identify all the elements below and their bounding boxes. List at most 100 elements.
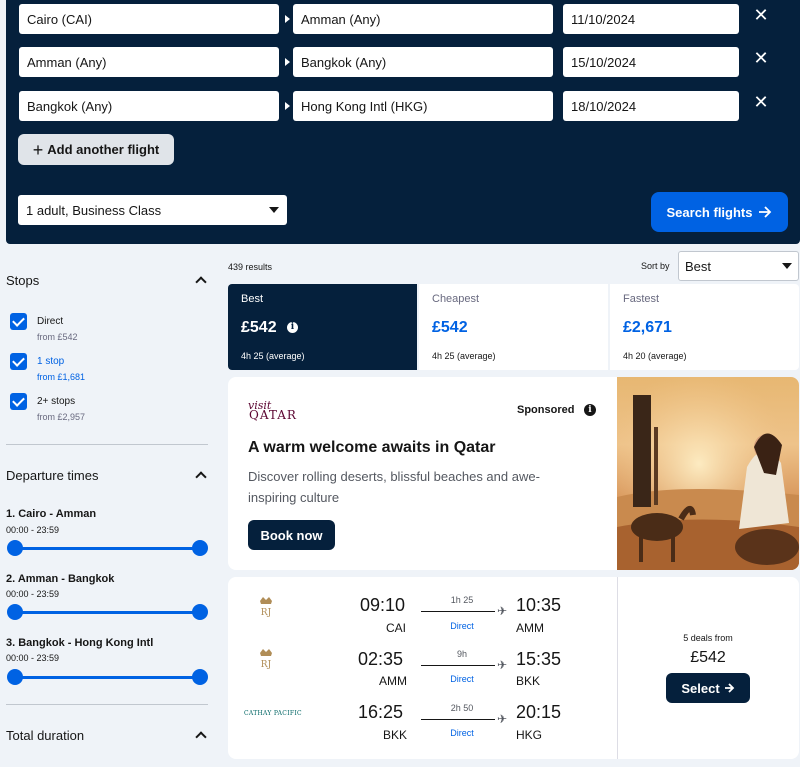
chevron-up-icon[interactable] bbox=[195, 471, 207, 483]
itinerary-card[interactable]: RJ 09:10 CAI 1h 25 ✈ Direct 10:35 AMM RJ… bbox=[228, 577, 799, 759]
sort-select[interactable]: Best bbox=[678, 251, 799, 281]
route-2-range: 00:00 - 23:59 bbox=[6, 589, 60, 599]
tab-fastest[interactable]: Fastest £2,671 4h 20 (average) bbox=[610, 284, 799, 370]
leg-2-departure-time: 02:35 bbox=[358, 649, 404, 669]
leg-arrow-icon bbox=[285, 102, 290, 110]
route-3-range: 00:00 - 23:59 bbox=[6, 653, 60, 663]
select-label: Select bbox=[681, 680, 720, 696]
route-3-slider-track bbox=[14, 676, 200, 679]
leg-arrow-icon bbox=[285, 58, 290, 66]
tab-cheapest[interactable]: Cheapest £542 4h 25 (average) bbox=[419, 284, 608, 370]
leg-2-line bbox=[421, 665, 495, 666]
stops-two-plus-checkbox[interactable] bbox=[10, 393, 27, 410]
leg-3-departure-time: 16:25 bbox=[358, 702, 404, 722]
plus-icon: + bbox=[32, 139, 44, 160]
ad-logo-text-big: QATAR bbox=[249, 408, 297, 422]
leg-2-duration: 9h bbox=[456, 649, 467, 659]
destination-field-2[interactable]: Bangkok (Any) bbox=[293, 47, 553, 77]
leg-arrow-icon bbox=[285, 15, 290, 23]
arrow-right-icon bbox=[724, 683, 734, 693]
tab-cheapest-price: £542 bbox=[432, 319, 468, 336]
stops-direct-checkbox[interactable] bbox=[10, 313, 27, 330]
date-field-1[interactable]: 11/10/2024 bbox=[563, 4, 739, 34]
tab-fastest-price: £2,671 bbox=[623, 319, 672, 336]
sort-value: Best bbox=[685, 258, 712, 274]
search-panel: Cairo (CAI) Amman (Any) 11/10/2024 ✕ Amm… bbox=[6, 0, 800, 244]
plane-icon: ✈ bbox=[497, 604, 508, 618]
stops-one-checkbox[interactable] bbox=[10, 353, 27, 370]
leg-3-duration: 2h 50 bbox=[450, 703, 474, 713]
route-3-slider-end-handle[interactable] bbox=[192, 669, 208, 685]
route-1-slider-start-handle[interactable] bbox=[7, 540, 23, 556]
remove-leg-2-icon[interactable]: ✕ bbox=[751, 48, 771, 68]
ad-photo bbox=[617, 377, 799, 570]
route-1-range: 00:00 - 23:59 bbox=[6, 525, 60, 535]
svg-text:RJ: RJ bbox=[261, 660, 272, 670]
chevron-up-icon[interactable] bbox=[195, 731, 207, 743]
cathay-pacific-logo-icon: CATHAY PACIFIC bbox=[244, 710, 302, 717]
leg-1-arrival-code: AMM bbox=[516, 621, 544, 635]
leg-3-arrival-code: HKG bbox=[516, 728, 543, 742]
leg-3-arrival-time: 20:15 bbox=[516, 702, 562, 722]
divider bbox=[6, 444, 208, 445]
route-2-slider-start-handle[interactable] bbox=[7, 604, 23, 620]
divider bbox=[6, 704, 208, 705]
travellers-value: 1 adult, Business Class bbox=[26, 202, 162, 218]
add-another-flight-button[interactable]: + Add another flight bbox=[18, 134, 174, 165]
leg-1-departure-code: CAI bbox=[386, 621, 407, 635]
chevron-down-icon bbox=[269, 207, 279, 213]
leg-3-line bbox=[421, 719, 495, 720]
route-3-slider-start-handle[interactable] bbox=[7, 669, 23, 685]
leg-2-arrival-code: BKK bbox=[516, 674, 541, 688]
info-icon[interactable]: i bbox=[584, 404, 596, 416]
search-flights-button[interactable]: Search flights bbox=[651, 192, 788, 232]
stops-one-price: from £1,681 bbox=[37, 372, 86, 382]
leg-1-duration: 1h 25 bbox=[450, 595, 474, 605]
results-count: 439 results bbox=[228, 262, 273, 272]
royal-jordanian-logo-icon: RJ bbox=[260, 597, 272, 618]
stops-filter-title: Stops bbox=[6, 273, 40, 288]
remove-leg-1-icon[interactable]: ✕ bbox=[751, 5, 771, 25]
route-2-title: 2. Amman - Bangkok bbox=[6, 573, 115, 585]
itinerary-divider bbox=[617, 577, 618, 759]
ad-body-text: Discover rolling deserts, blissful beach… bbox=[248, 469, 540, 505]
stops-direct-label: Direct bbox=[37, 316, 64, 327]
svg-text:RJ: RJ bbox=[261, 608, 272, 618]
deals-count: 5 deals from bbox=[683, 633, 733, 643]
route-1-title: 1. Cairo - Amman bbox=[6, 508, 97, 520]
origin-field-2[interactable]: Amman (Any) bbox=[19, 47, 279, 77]
chevron-up-icon[interactable] bbox=[195, 276, 207, 288]
add-flight-label: Add another flight bbox=[47, 142, 160, 157]
route-1-slider-track bbox=[14, 547, 200, 550]
select-button[interactable]: Select bbox=[666, 673, 750, 703]
stops-two-plus-label: 2+ stops bbox=[37, 396, 76, 407]
travellers-cabin-select[interactable]: 1 adult, Business Class bbox=[18, 195, 287, 225]
leg-1-arrival-time: 10:35 bbox=[516, 595, 562, 615]
origin-field-1[interactable]: Cairo (CAI) bbox=[19, 4, 279, 34]
date-field-3[interactable]: 18/10/2024 bbox=[563, 91, 739, 121]
sort-by-label: Sort by bbox=[641, 261, 670, 271]
sponsored-label: Sponsored bbox=[517, 404, 575, 416]
leg-2-stops: Direct bbox=[450, 674, 474, 684]
destination-field-1[interactable]: Amman (Any) bbox=[293, 4, 553, 34]
leg-3-stops: Direct bbox=[450, 728, 474, 738]
leg-3-departure-code: BKK bbox=[383, 728, 408, 742]
tab-cheapest-label: Cheapest bbox=[432, 293, 480, 305]
royal-jordanian-logo-icon: RJ bbox=[260, 649, 272, 670]
leg-1-stops: Direct bbox=[450, 621, 474, 631]
tab-cheapest-duration: 4h 25 (average) bbox=[432, 351, 496, 361]
book-now-button[interactable]: Book now bbox=[248, 520, 335, 550]
destination-field-3[interactable]: Hong Kong Intl (HKG) bbox=[293, 91, 553, 121]
tab-best[interactable]: Best £542 i 4h 25 (average) bbox=[228, 284, 417, 370]
chevron-down-icon bbox=[782, 263, 792, 269]
route-2-slider-track bbox=[14, 611, 200, 614]
plane-icon: ✈ bbox=[497, 712, 508, 726]
route-2-slider-end-handle[interactable] bbox=[192, 604, 208, 620]
info-icon[interactable]: i bbox=[287, 322, 298, 333]
tab-fastest-duration: 4h 20 (average) bbox=[623, 351, 687, 361]
remove-leg-3-icon[interactable]: ✕ bbox=[751, 92, 771, 112]
origin-field-3[interactable]: Bangkok (Any) bbox=[19, 91, 279, 121]
date-field-2[interactable]: 15/10/2024 bbox=[563, 47, 739, 77]
desert-scene-image bbox=[617, 377, 799, 570]
route-1-slider-end-handle[interactable] bbox=[192, 540, 208, 556]
